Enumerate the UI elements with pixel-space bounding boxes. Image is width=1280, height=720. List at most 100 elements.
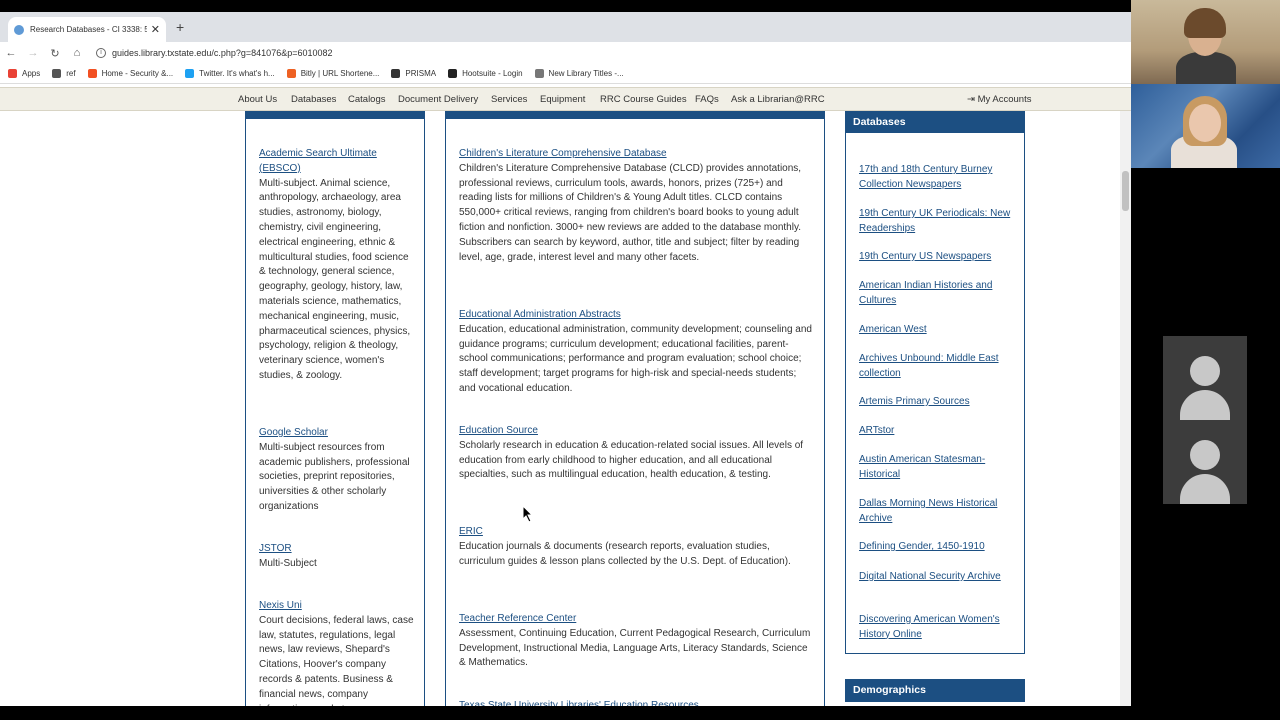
resource-link[interactable]: JSTOR xyxy=(259,542,414,557)
video-tile-participant-1 xyxy=(1131,0,1280,84)
nav-rrc-course-guides[interactable]: RRC Course Guides xyxy=(600,94,687,105)
database-link[interactable]: Discovering American Women's History Onl… xyxy=(859,613,1019,643)
bookmark-item[interactable]: Bitly | URL Shortene... xyxy=(286,69,380,78)
resource-entry: Google Scholar Multi-subject resources fr… xyxy=(259,426,414,515)
bookmark-label: PRISMA xyxy=(405,69,437,78)
back-icon[interactable]: ← xyxy=(0,47,22,59)
database-link[interactable]: Artemis Primary Sources xyxy=(859,395,1019,410)
my-accounts-link[interactable]: ⇥ My Accounts xyxy=(967,94,1031,105)
database-link[interactable]: American Indian Histories and Cultures xyxy=(859,279,1019,309)
resource-entry: Educational Administration Abstracts Educ… xyxy=(459,308,815,397)
resource-link[interactable]: Nexis Uni xyxy=(259,599,414,614)
screen: Research Databases - CI 3338: 5... ✕ + ←… xyxy=(0,0,1280,720)
url-text: guides.library.txstate.edu/c.php?g=84107… xyxy=(112,48,333,58)
resource-link[interactable]: Google Scholar xyxy=(259,426,414,441)
bookmark-icon xyxy=(534,69,544,78)
bookmark-label: Bitly | URL Shortene... xyxy=(300,69,380,78)
resource-link[interactable]: Academic Search Ultimate (EBSCO) xyxy=(259,147,414,177)
bookmark-icon xyxy=(185,69,195,78)
reload-icon[interactable]: ↻ xyxy=(44,47,66,60)
browser-tab[interactable]: Research Databases - CI 3338: 5... ✕ xyxy=(8,17,166,42)
resource-entry: ERIC Education journals & documents (rese… xyxy=(459,525,815,569)
database-link[interactable]: 19th Century US Newspapers xyxy=(859,250,1019,265)
bookmark-item[interactable]: PRISMA xyxy=(391,69,436,78)
resource-description: Scholarly research in education & educat… xyxy=(459,439,804,481)
nav-faqs[interactable]: FAQs xyxy=(695,94,719,105)
resource-description: Assessment, Continuing Education, Curren… xyxy=(459,627,811,669)
database-link[interactable]: 17th and 18th Century Burney Collection … xyxy=(859,163,1019,193)
avatar xyxy=(1163,336,1247,420)
scrollbar-thumb[interactable] xyxy=(1122,171,1129,211)
forward-icon[interactable]: → xyxy=(22,47,44,59)
resource-link[interactable]: Children's Literature Comprehensive Data… xyxy=(459,147,815,162)
bookmark-label: New Library Titles -... xyxy=(548,69,624,78)
bookmark-item[interactable]: Hootsuite - Login xyxy=(448,69,523,78)
resource-entry: Children's Literature Comprehensive Data… xyxy=(459,147,815,265)
database-link[interactable]: Dallas Morning News Historical Archive xyxy=(859,497,1019,527)
resource-link[interactable]: ERIC xyxy=(459,525,815,540)
bookmark-icon xyxy=(286,69,296,78)
bookmark-icon xyxy=(8,69,17,78)
resource-description: Multi-Subject xyxy=(259,557,317,569)
bookmark-icon xyxy=(448,69,458,78)
page-content: Databases 17th and 18th Century Burney C… xyxy=(0,111,1131,706)
bookmark-label: Home - Security &... xyxy=(101,69,174,78)
bookmark-label: Twitter. It's what's h... xyxy=(199,69,275,78)
resource-link[interactable]: Teacher Reference Center xyxy=(459,612,815,627)
bookmark-item[interactable]: Home - Security &... xyxy=(87,69,174,78)
resource-link[interactable]: Educational Administration Abstracts xyxy=(459,308,815,323)
database-link[interactable]: American West xyxy=(859,323,1019,338)
info-icon[interactable]: i xyxy=(96,48,106,58)
resource-entry: Academic Search Ultimate (EBSCO) Multi-su… xyxy=(259,147,414,384)
database-link[interactable]: Defining Gender, 1450-1910 xyxy=(859,540,1019,555)
scrollbar[interactable] xyxy=(1120,111,1131,706)
resource-link[interactable]: Texas State University Libraries' Educat… xyxy=(459,699,815,706)
video-tile-participant-2 xyxy=(1131,84,1280,168)
bookmark-item[interactable]: Twitter. It's what's h... xyxy=(185,69,275,78)
nav-equipment[interactable]: Equipment xyxy=(540,94,585,105)
resource-description: Children's Literature Comprehensive Data… xyxy=(459,162,802,263)
database-link[interactable]: 19th Century UK Periodicals: New Readers… xyxy=(859,207,1019,237)
avatar xyxy=(1163,420,1247,504)
bookmark-item[interactable]: New Library Titles -... xyxy=(534,69,624,78)
resource-entry: JSTOR Multi-Subject xyxy=(259,542,414,572)
resource-description: Multi-subject resources from academic pu… xyxy=(259,441,410,512)
resource-description: Court decisions, federal laws, case law,… xyxy=(259,614,414,706)
nav-about-us[interactable]: About Us xyxy=(238,94,277,105)
nav-databases[interactable]: Databases xyxy=(291,94,336,105)
video-panel-avatars xyxy=(1131,336,1280,504)
resource-entry: Texas State University Libraries' Educat… xyxy=(459,699,815,706)
resource-description: Education, educational administration, c… xyxy=(459,323,812,394)
browser-toolbar: ← → ↻ ⌂ i guides.library.txstate.edu/c.p… xyxy=(0,42,1131,64)
my-accounts-label: My Accounts xyxy=(977,94,1032,105)
nav-document-delivery[interactable]: Document Delivery xyxy=(398,94,478,105)
databases-heading: Databases xyxy=(846,112,1024,133)
databases-panel: Databases 17th and 18th Century Burney C… xyxy=(845,111,1025,654)
close-icon[interactable]: ✕ xyxy=(151,23,160,36)
resource-entry: Teacher Reference Center Assessment, Cont… xyxy=(459,612,815,671)
bookmark-item[interactable]: ref xyxy=(52,69,76,78)
nav-ask-a-librarian[interactable]: Ask a Librarian@RRC xyxy=(731,94,825,105)
tab-title: Research Databases - CI 3338: 5... xyxy=(30,25,147,34)
nav-catalogs[interactable]: Catalogs xyxy=(348,94,386,105)
database-link[interactable]: Austin American Statesman-Historical xyxy=(859,453,1019,483)
bookmark-item[interactable]: Apps xyxy=(8,69,40,78)
mouse-cursor-icon xyxy=(522,505,534,523)
sign-in-icon: ⇥ xyxy=(967,94,978,105)
bookmark-icon xyxy=(52,69,62,78)
home-icon[interactable]: ⌂ xyxy=(66,47,88,59)
database-link[interactable]: Digital National Security Archive xyxy=(859,570,1019,585)
resource-link[interactable]: Education Source xyxy=(459,424,815,439)
nav-services[interactable]: Services xyxy=(491,94,527,105)
resource-description: Multi-subject. Animal science, anthropol… xyxy=(259,177,411,381)
bookmark-label: Apps xyxy=(22,69,41,78)
resource-description: Education journals & documents (research… xyxy=(459,540,791,567)
browser-window: Research Databases - CI 3338: 5... ✕ + ←… xyxy=(0,12,1131,706)
bookmarks-bar: Apps ref Home - Security &... Twitter. It's… xyxy=(0,64,1131,84)
address-bar[interactable]: i guides.library.txstate.edu/c.php?g=841… xyxy=(96,48,333,58)
bookmark-icon xyxy=(87,69,97,78)
bookmark-label: Hootsuite - Login xyxy=(462,69,523,78)
database-link[interactable]: ARTstor xyxy=(859,424,1019,439)
database-link[interactable]: Archives Unbound: Middle East collection xyxy=(859,352,1019,382)
new-tab-icon[interactable]: + xyxy=(176,19,184,35)
